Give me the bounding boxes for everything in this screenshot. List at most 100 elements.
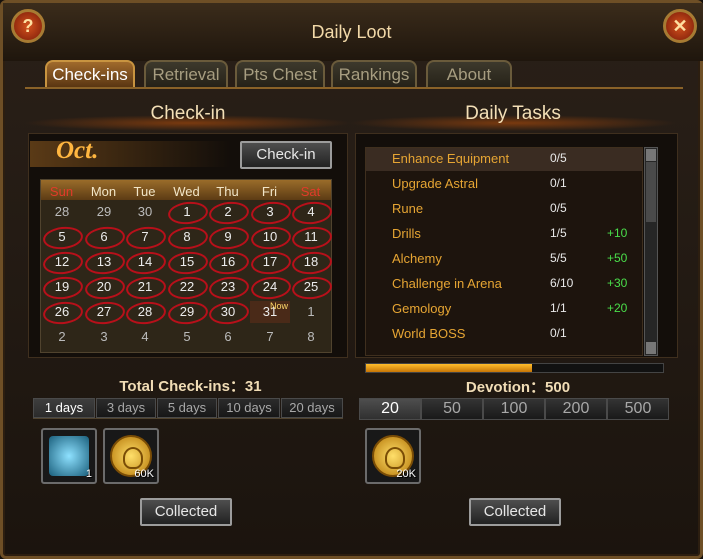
calendar-day: 8 xyxy=(167,226,207,248)
day-number: 10 xyxy=(262,229,278,244)
calendar-day: 26 xyxy=(42,301,82,323)
calendar-day: 22 xyxy=(167,276,207,298)
day-number: 5 xyxy=(58,229,66,244)
calendar-day-outside: 4 xyxy=(125,326,165,348)
weekday-6: Sat xyxy=(300,184,321,199)
task-name[interactable]: Drills xyxy=(392,221,421,246)
task-name[interactable]: Rune xyxy=(392,196,423,221)
calendar-day: 13 xyxy=(84,251,124,273)
calendar-day-outside: 28 xyxy=(42,201,82,223)
weekday-0: Sun xyxy=(49,184,74,199)
fishing-rod-icon xyxy=(49,436,89,476)
day-number: 13 xyxy=(96,254,112,269)
day-number: 2 xyxy=(224,204,232,219)
day-number: 8 xyxy=(307,329,315,344)
calendar-day: 27 xyxy=(84,301,124,323)
devotion-reward-slot-gold[interactable]: 20K xyxy=(365,428,421,484)
calendar-day: 28 xyxy=(125,301,165,323)
calendar-day-outside: 5 xyxy=(167,326,207,348)
reward-slot-gold[interactable]: 60K xyxy=(103,428,159,484)
calendar-day: 7 xyxy=(125,226,165,248)
task-reward: +10 xyxy=(607,226,628,240)
day-number: 28 xyxy=(137,304,153,319)
day-number: 22 xyxy=(179,279,195,294)
calendar-day-outside: 8 xyxy=(291,326,331,348)
reward-slot-fishing-rod[interactable]: 1 xyxy=(41,428,97,484)
calendar-day: 9 xyxy=(208,226,248,248)
checkin-collected-button[interactable]: Collected xyxy=(140,498,232,526)
devotion-tab-20[interactable]: 20 xyxy=(359,398,421,420)
calendar-day-outside: 1 xyxy=(291,301,331,323)
devotion-tab-500[interactable]: 500 xyxy=(607,398,669,420)
item-quantity: 20K xyxy=(396,468,416,480)
devotion-tab-200[interactable]: 200 xyxy=(545,398,607,420)
calendar-day: 1 xyxy=(167,201,207,223)
day-tab-5[interactable]: 5 days xyxy=(157,398,217,418)
tab-rankings[interactable]: Rankings xyxy=(331,60,417,87)
day-tab-3[interactable]: 3 days xyxy=(96,398,156,418)
task-name[interactable]: Upgrade Astral xyxy=(392,171,478,196)
task-reward: +20 xyxy=(607,301,628,315)
task-count: 1/1 xyxy=(550,301,567,315)
tab-divider xyxy=(25,87,683,89)
calendar-day: 4 xyxy=(291,201,331,223)
calendar-day: 29 xyxy=(167,301,207,323)
calendar-day: 11 xyxy=(291,226,331,248)
tasks-section-title: Daily Tasks xyxy=(465,103,561,124)
task-reward: +30 xyxy=(607,276,628,290)
task-count: 0/1 xyxy=(550,176,567,190)
checkin-section-title: Check-in xyxy=(150,103,226,124)
day-number: 17 xyxy=(262,254,278,269)
weekday-5: Fri xyxy=(261,184,278,199)
calendar-day: 21 xyxy=(125,276,165,298)
scroll-up-arrow-icon[interactable] xyxy=(646,149,656,161)
day-tab-1[interactable]: 1 days xyxy=(33,398,95,418)
close-icon: ✕ xyxy=(672,16,688,36)
total-checkins-label: Total Check-ins：31 xyxy=(119,378,262,395)
tab-retrieval[interactable]: Retrieval xyxy=(144,60,228,87)
scroll-down-arrow-icon[interactable] xyxy=(646,342,656,354)
tab-pts-chest[interactable]: Pts Chest xyxy=(235,60,325,87)
tab-about[interactable]: About xyxy=(426,60,512,87)
day-number: 27 xyxy=(96,304,112,319)
calendar-day: 17 xyxy=(250,251,290,273)
task-name[interactable]: Enhance Equipment xyxy=(392,146,509,171)
task-count: 0/5 xyxy=(550,151,567,165)
day-number: 7 xyxy=(266,329,274,344)
day-number: 7 xyxy=(141,229,149,244)
day-number: 4 xyxy=(307,204,315,219)
devotion-progress-fill xyxy=(366,364,533,372)
day-tab-20[interactable]: 20 days xyxy=(281,398,343,418)
day-number: 30 xyxy=(137,204,153,219)
weekday-4: Thu xyxy=(216,184,239,199)
calendar-day: 15 xyxy=(167,251,207,273)
devotion-tab-50[interactable]: 50 xyxy=(421,398,483,420)
task-name[interactable]: Alchemy xyxy=(392,246,442,271)
devotion-tab-100[interactable]: 100 xyxy=(483,398,545,420)
task-name[interactable]: Challenge in Arena xyxy=(392,271,502,296)
day-number: 1 xyxy=(307,304,315,319)
weekday-3: Wed xyxy=(173,184,200,199)
day-number: 14 xyxy=(137,254,153,269)
scroll-thumb[interactable] xyxy=(646,162,656,222)
task-count: 1/5 xyxy=(550,226,567,240)
day-tab-10[interactable]: 10 days xyxy=(218,398,280,418)
day-number: 3 xyxy=(266,204,274,219)
close-button[interactable]: ✕ xyxy=(663,9,697,43)
tasks-collected-button[interactable]: Collected xyxy=(469,498,561,526)
calendar-day-outside: 3 xyxy=(84,326,124,348)
day-number: 12 xyxy=(54,254,70,269)
tab-check-ins[interactable]: Check-ins xyxy=(45,60,135,87)
task-name[interactable]: World BOSS xyxy=(392,321,465,346)
calendar-day: 14 xyxy=(125,251,165,273)
day-number: 21 xyxy=(137,279,153,294)
devotion-label: Devotion：500 xyxy=(465,379,571,396)
checkin-button[interactable]: Check-in xyxy=(240,141,332,169)
day-number: 6 xyxy=(100,229,108,244)
task-scrollbar[interactable] xyxy=(644,147,658,356)
calendar-day: 5 xyxy=(42,226,82,248)
task-name[interactable]: Gemology xyxy=(392,296,451,321)
day-number: 23 xyxy=(220,279,236,294)
calendar-day: 19 xyxy=(42,276,82,298)
calendar-day: 25 xyxy=(291,276,331,298)
